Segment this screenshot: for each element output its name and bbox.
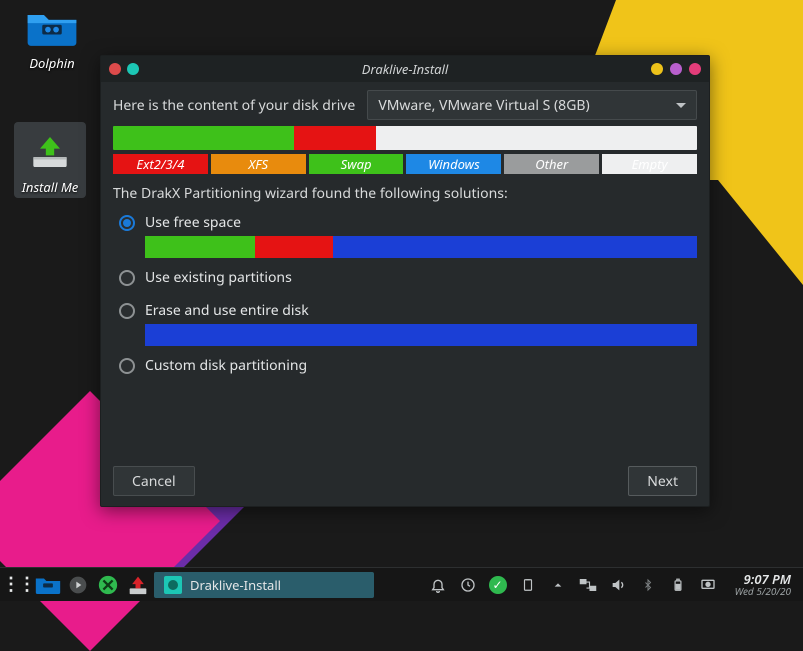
next-button[interactable]: Next [628, 466, 697, 496]
partition-segment [376, 126, 697, 150]
taskbar-dolphin-icon[interactable] [34, 571, 62, 599]
option-layout-bar [145, 324, 697, 346]
brightness-icon[interactable] [697, 571, 719, 599]
disk-select-value: VMware, VMware Virtual S (8GB) [378, 96, 589, 115]
option-custom[interactable]: Custom disk partitioning [119, 356, 697, 379]
radio-erase[interactable] [119, 303, 135, 319]
clipboard-icon[interactable] [517, 571, 539, 599]
disk-layout-bar [113, 126, 697, 150]
partition-segment [113, 126, 294, 150]
taskbar-media-icon[interactable] [64, 571, 92, 599]
option-label[interactable]: Use free space [145, 213, 697, 232]
window-menu-icon[interactable] [109, 63, 121, 75]
task-app-icon [164, 576, 182, 594]
taskbar-install-icon[interactable] [124, 571, 152, 599]
volume-icon[interactable] [607, 571, 629, 599]
desktop-icon-dolphin[interactable]: Dolphin [16, 4, 88, 72]
disk-select[interactable]: VMware, VMware Virtual S (8GB) [367, 90, 697, 120]
taskbar-config-icon[interactable] [94, 571, 122, 599]
legend-xfs: XFS [211, 154, 306, 174]
option-erase[interactable]: Erase and use entire disk [119, 301, 697, 346]
option-existing[interactable]: Use existing partitions [119, 268, 697, 291]
updates-icon[interactable]: ✓ [487, 571, 509, 599]
network-icon[interactable] [577, 571, 599, 599]
clock-tray-icon[interactable] [457, 571, 479, 599]
partition-segment [333, 236, 697, 258]
taskbar: ⋮⋮ Draklive-Install ✓ 9:07 PM Wed 5/20/2… [0, 567, 803, 601]
bluetooth-icon[interactable] [637, 571, 659, 599]
partition-segment [145, 236, 255, 258]
option-free-space[interactable]: Use free space [119, 213, 697, 258]
desktop-icon-label: Dolphin [16, 54, 88, 72]
installer-window: Draklive-Install Here is the content of … [100, 55, 710, 507]
option-label[interactable]: Custom disk partitioning [145, 356, 697, 375]
legend-win: Windows [406, 154, 501, 174]
folder-icon [24, 4, 80, 52]
legend-other: Other [504, 154, 599, 174]
battery-icon[interactable] [667, 571, 689, 599]
radio-free-space[interactable] [119, 215, 135, 231]
system-tray: ✓ 9:07 PM Wed 5/20/20 [427, 571, 799, 599]
cancel-button[interactable]: Cancel [113, 466, 195, 496]
taskbar-clock[interactable]: 9:07 PM Wed 5/20/20 [727, 572, 799, 597]
legend-swap: Swap [309, 154, 404, 174]
window-title: Draklive-Install [101, 60, 709, 78]
partition-segment [294, 126, 376, 150]
task-label: Draklive-Install [190, 576, 281, 594]
desktop-icon-install[interactable]: Install Me [14, 122, 86, 198]
wizard-intro: The DrakX Partitioning wizard found the … [113, 184, 697, 203]
desktop-icon-label: Install Me [16, 178, 84, 196]
radio-custom[interactable] [119, 358, 135, 374]
partition-legend: Ext2/3/4 XFS Swap Windows Other Empty [113, 154, 697, 174]
partition-segment [255, 236, 332, 258]
option-label[interactable]: Use existing partitions [145, 268, 697, 287]
tray-expand-icon[interactable] [547, 571, 569, 599]
maximize-icon[interactable] [670, 63, 682, 75]
close-icon[interactable] [689, 63, 701, 75]
notifications-icon[interactable] [427, 571, 449, 599]
clock-date: Wed 5/20/20 [735, 586, 791, 597]
option-label[interactable]: Erase and use entire disk [145, 301, 697, 320]
legend-ext: Ext2/3/4 [113, 154, 208, 174]
taskbar-active-task[interactable]: Draklive-Install [154, 572, 374, 598]
app-launcher-icon[interactable]: ⋮⋮ [4, 571, 32, 599]
option-layout-bar [145, 236, 697, 258]
window-pin-icon[interactable] [127, 63, 139, 75]
disk-label: Here is the content of your disk drive [113, 96, 355, 115]
legend-empty: Empty [602, 154, 697, 174]
radio-existing[interactable] [119, 270, 135, 286]
minimize-icon[interactable] [651, 63, 663, 75]
install-icon [22, 128, 78, 176]
titlebar[interactable]: Draklive-Install [101, 56, 709, 82]
partition-segment [145, 324, 697, 346]
